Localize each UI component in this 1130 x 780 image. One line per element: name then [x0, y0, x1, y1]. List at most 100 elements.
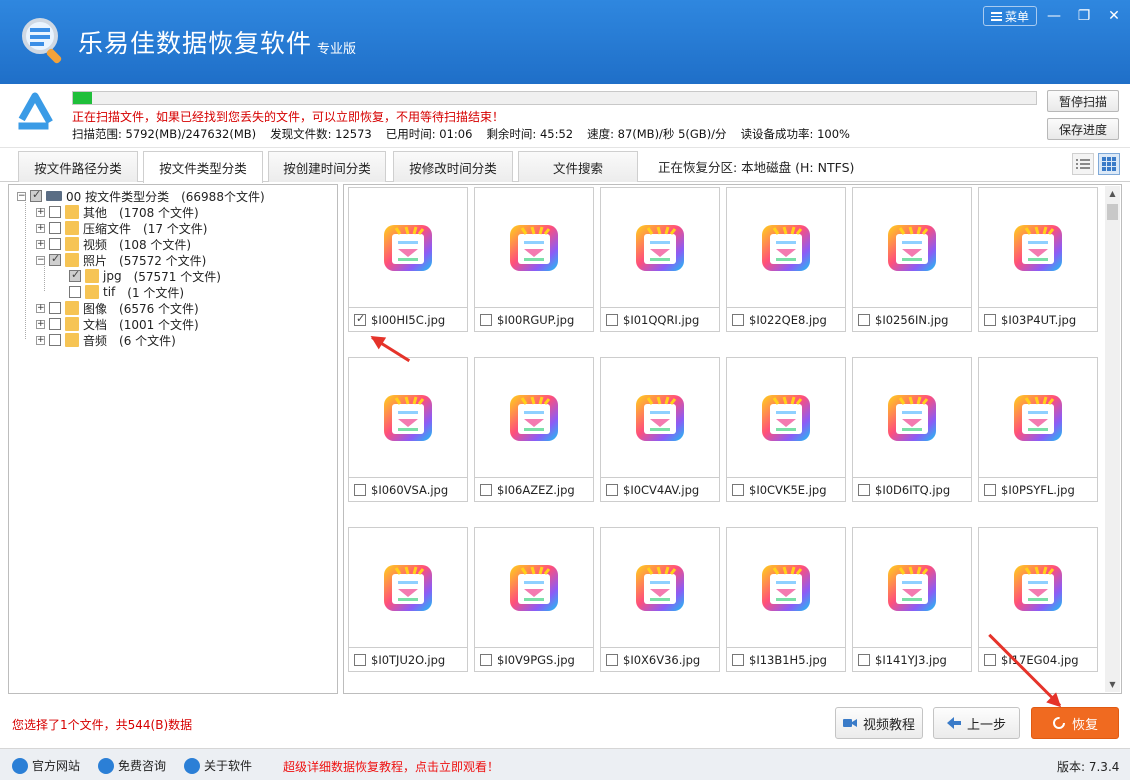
tree-item[interactable]: + 音频 (6 个文件) — [36, 332, 176, 348]
file-checkbox[interactable] — [732, 653, 744, 666]
tab-by-modified-time[interactable]: 按修改时间分类 — [393, 151, 513, 182]
version-label: 版本: 7.3.4 — [1057, 760, 1120, 774]
expand-icon[interactable]: + — [36, 223, 45, 233]
file-thumbnail-card[interactable]: $I060VSA.jpg — [348, 357, 468, 502]
free-consult-link[interactable]: 免费咨询 — [98, 757, 166, 774]
tab-by-path[interactable]: 按文件路径分类 — [18, 151, 138, 182]
tree-item[interactable]: + 视频 (108 个文件) — [36, 236, 191, 252]
tab-by-created-time[interactable]: 按创建时间分类 — [268, 151, 386, 182]
file-thumbnail-card[interactable]: $I01QQRI.jpg — [600, 187, 720, 332]
scroll-down-icon[interactable]: ▼ — [1105, 677, 1120, 692]
file-thumbnail-card[interactable]: $I022QE8.jpg — [726, 187, 846, 332]
tree-root[interactable]: − 00 按文件类型分类 (66988个文件) — [17, 188, 265, 204]
file-checkbox[interactable] — [984, 483, 996, 496]
file-thumbnail-card[interactable]: $I0CV4AV.jpg — [600, 357, 720, 502]
tutorial-promo-link[interactable]: 超级详细数据恢复教程，点击立即观看！ — [283, 758, 499, 775]
tree-item-count: (57571 个文件) — [133, 269, 221, 284]
file-thumbnail-grid: $I00HI5C.jpg $I00RGUP.jpg $I01QQRI.jpg $I02… — [343, 184, 1122, 694]
tree-checkbox[interactable] — [49, 222, 61, 234]
file-thumbnail-card[interactable]: $I0PSYFL.jpg — [978, 357, 1098, 502]
file-thumbnail-card[interactable]: $I0CVK5E.jpg — [726, 357, 846, 502]
file-thumbnail-card[interactable]: $I0X6V36.jpg — [600, 527, 720, 672]
file-checkbox[interactable] — [606, 483, 618, 496]
file-thumbnail-card[interactable]: $I0V9PGS.jpg — [474, 527, 594, 672]
scan-progress-bar — [72, 91, 1037, 105]
file-thumbnail-card[interactable]: $I03P4UT.jpg — [978, 187, 1098, 332]
expand-icon[interactable]: + — [36, 319, 45, 329]
tree-item[interactable]: + 压缩文件 (17 个文件) — [36, 220, 207, 236]
tree-item[interactable]: + 文档 (1001 个文件) — [36, 316, 199, 332]
menu-button[interactable]: 菜单 — [983, 6, 1037, 26]
tree-item-label: 图像 — [83, 301, 108, 316]
tree-checkbox[interactable] — [49, 318, 61, 330]
expand-icon[interactable]: + — [36, 303, 45, 313]
file-checkbox[interactable] — [858, 313, 870, 326]
close-icon[interactable]: ✕ — [1103, 6, 1125, 26]
file-label-bar: $I00RGUP.jpg — [475, 307, 593, 331]
file-checkbox[interactable] — [858, 483, 870, 496]
recover-button[interactable]: 恢复 — [1031, 707, 1119, 739]
file-thumbnail-card[interactable]: $I17EG04.jpg — [978, 527, 1098, 672]
file-checkbox[interactable] — [858, 653, 870, 666]
file-checkbox[interactable] — [732, 483, 744, 496]
tree-checkbox[interactable] — [69, 286, 81, 298]
file-thumbnail-card[interactable]: $I0TJU2O.jpg — [348, 527, 468, 672]
file-thumbnail-card[interactable]: $I06AZEZ.jpg — [474, 357, 594, 502]
grid-scrollbar[interactable]: ▲ ▼ — [1105, 186, 1120, 692]
file-thumbnail-card[interactable]: $I141YJ3.jpg — [852, 527, 972, 672]
file-checkbox[interactable] — [606, 313, 618, 326]
tree-item[interactable]: − 照片 (57572 个文件) — [36, 252, 206, 268]
expand-icon[interactable]: + — [36, 207, 45, 217]
thumbnail-view-icon[interactable] — [1098, 153, 1120, 175]
scroll-up-icon[interactable]: ▲ — [1105, 186, 1120, 201]
file-name: $I141YJ3.jpg — [875, 652, 947, 667]
file-thumbnail-card[interactable]: $I0D6ITQ.jpg — [852, 357, 972, 502]
tree-checkbox[interactable] — [30, 188, 42, 202]
file-checkbox[interactable] — [984, 313, 996, 326]
restore-icon[interactable]: ❐ — [1073, 6, 1095, 26]
drive-icon — [46, 191, 62, 201]
file-checkbox[interactable] — [984, 653, 996, 666]
file-thumbnail-card[interactable]: $I13B1H5.jpg — [726, 527, 846, 672]
file-checkbox[interactable] — [606, 653, 618, 666]
tree-checkbox[interactable] — [69, 268, 81, 282]
tree-item[interactable]: + 图像 (6576 个文件) — [36, 300, 199, 316]
file-thumbnail-card[interactable]: $I0256IN.jpg — [852, 187, 972, 332]
tree-checkbox[interactable] — [49, 334, 61, 346]
file-checkbox[interactable] — [354, 483, 366, 496]
file-checkbox[interactable] — [354, 312, 366, 326]
file-checkbox[interactable] — [480, 313, 492, 326]
file-checkbox[interactable] — [354, 653, 366, 666]
expand-icon[interactable]: − — [36, 255, 45, 265]
arrow-left-icon — [946, 717, 961, 729]
file-checkbox[interactable] — [480, 653, 492, 666]
file-label-bar: $I06AZEZ.jpg — [475, 477, 593, 501]
expand-icon[interactable]: + — [36, 335, 45, 345]
tree-checkbox[interactable] — [49, 206, 61, 218]
file-thumbnail-card[interactable]: $I00HI5C.jpg — [348, 187, 468, 332]
file-checkbox[interactable] — [732, 313, 744, 326]
tab-by-type[interactable]: 按文件类型分类 — [143, 151, 263, 183]
minimize-icon[interactable]: — — [1043, 6, 1065, 26]
file-checkbox[interactable] — [480, 483, 492, 496]
file-label-bar: $I0CV4AV.jpg — [601, 477, 719, 501]
collapse-icon[interactable]: − — [17, 191, 26, 201]
official-website-link[interactable]: 官方网站 — [12, 757, 80, 774]
tree-checkbox[interactable] — [49, 302, 61, 314]
file-thumbnail-card[interactable]: $I00RGUP.jpg — [474, 187, 594, 332]
scroll-thumb[interactable] — [1107, 204, 1118, 220]
video-tutorial-button[interactable]: 视频教程 — [835, 707, 923, 739]
tree-item[interactable]: tif (1 个文件) — [56, 284, 184, 300]
about-software-link[interactable]: 关于软件 — [184, 757, 252, 774]
save-progress-button[interactable]: 保存进度 — [1047, 118, 1119, 140]
tree-checkbox[interactable] — [49, 238, 61, 250]
list-view-icon[interactable] — [1072, 153, 1094, 175]
previous-step-button[interactable]: 上一步 — [933, 707, 1020, 739]
expand-icon[interactable]: + — [36, 239, 45, 249]
file-name: $I0D6ITQ.jpg — [875, 482, 951, 497]
tree-item[interactable]: + 其他 (1708 个文件) — [36, 204, 199, 220]
tab-file-search[interactable]: 文件搜索 — [518, 151, 638, 182]
pause-scan-button[interactable]: 暂停扫描 — [1047, 90, 1119, 112]
tree-item[interactable]: jpg (57571 个文件) — [56, 268, 221, 284]
tree-checkbox[interactable] — [49, 252, 61, 266]
